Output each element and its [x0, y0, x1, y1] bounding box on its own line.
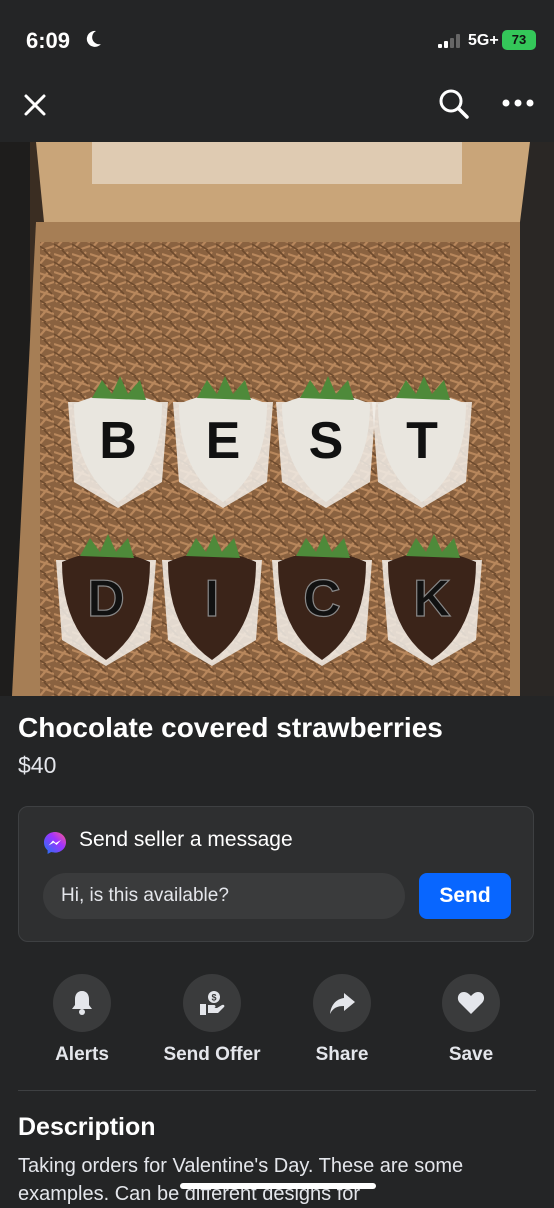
strawberry-letter: T [406, 412, 438, 470]
share-label: Share [315, 1044, 369, 1065]
strawberry-letter: B [99, 412, 137, 470]
strawberry-letter: D [87, 570, 125, 628]
strawberry-letter: E [206, 412, 241, 470]
messenger-icon [44, 832, 66, 854]
strawberry-letter: C [303, 570, 341, 628]
message-seller-card: Send seller a message Hi, is this availa… [18, 806, 534, 942]
home-indicator[interactable] [180, 1183, 376, 1189]
alerts-button[interactable]: Alerts [17, 974, 147, 1066]
share-button[interactable]: Share [277, 974, 407, 1066]
heart-icon [457, 992, 485, 1014]
listing-price: $40 [18, 752, 57, 778]
more-icon[interactable] [502, 99, 534, 107]
send-offer-label: Send Offer [163, 1044, 261, 1065]
offer-icon: $ [200, 991, 225, 1015]
save-button[interactable]: Save [406, 974, 536, 1066]
search-icon[interactable] [438, 88, 470, 120]
strawberry-letter: I [205, 570, 219, 628]
strawberry-letter: S [309, 412, 344, 470]
top-bar [0, 80, 554, 142]
alerts-label: Alerts [55, 1044, 109, 1065]
clock-time: 6:09 [26, 28, 71, 53]
bell-icon [72, 991, 92, 1015]
listing-title: Chocolate covered strawberries [18, 712, 443, 743]
close-icon[interactable] [22, 92, 48, 118]
section-divider [18, 1090, 536, 1091]
send-button[interactable]: Send [419, 873, 511, 919]
message-input[interactable]: Hi, is this available? [43, 873, 405, 919]
action-row: Alerts $ Send Offer Share Save [0, 974, 554, 1074]
save-label: Save [448, 1044, 494, 1065]
message-card-title: Send seller a message [79, 828, 293, 851]
network-type: 5G+ [468, 32, 499, 49]
status-bar: 6:09 5G+ 73 [0, 0, 554, 80]
description-heading: Description [18, 1113, 156, 1141]
strawberry-box-image: BESTDICKEVER [0, 142, 554, 696]
listing-photo[interactable]: BESTDICKEVER [0, 142, 554, 696]
battery-indicator: 73 [502, 30, 536, 50]
strawberry-letter: K [413, 570, 451, 628]
signal-icon [438, 34, 460, 48]
svg-text:$: $ [211, 993, 216, 1003]
send-offer-button[interactable]: $ Send Offer [147, 974, 277, 1066]
moon-icon [86, 30, 101, 47]
share-icon [330, 993, 355, 1014]
